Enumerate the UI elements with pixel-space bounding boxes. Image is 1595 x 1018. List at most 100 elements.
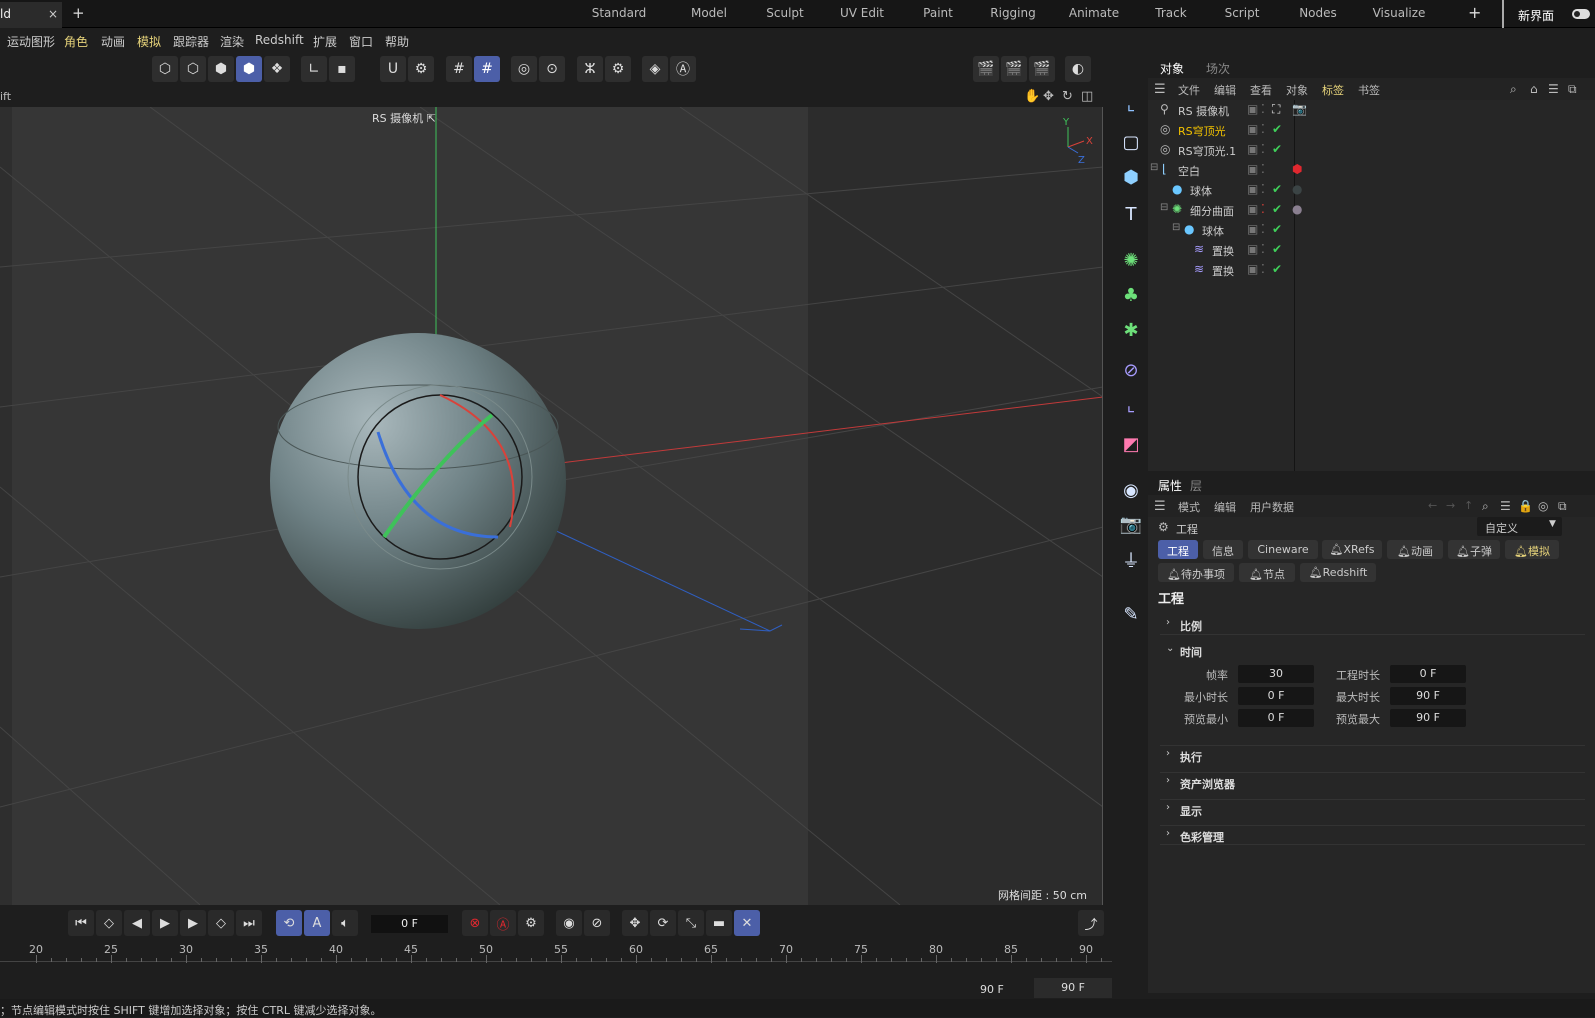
move-tool-icon[interactable]: ⌞: [1116, 89, 1146, 119]
effector-icon[interactable]: ✱: [1116, 315, 1146, 345]
key-position-icon[interactable]: ✥: [622, 910, 648, 936]
chip-info[interactable]: 信息: [1203, 540, 1243, 559]
visibility-dots-icon[interactable]: ⁚: [1261, 182, 1265, 196]
object-row[interactable]: ◎ RS穹顶光 ▣ ⁚ ✔: [1148, 120, 1595, 140]
visibility-dots-icon[interactable]: ⁚: [1261, 242, 1265, 256]
new-ui-toggle[interactable]: [1572, 9, 1590, 19]
group-execute[interactable]: › 执行: [1160, 745, 1585, 765]
key-selection-icon[interactable]: ◉: [556, 910, 582, 936]
render-region-icon[interactable]: 🎬: [973, 56, 999, 82]
keyframe-settings-icon[interactable]: ⚙: [518, 910, 544, 936]
field-icon[interactable]: ◩: [1116, 429, 1146, 459]
layer-icon[interactable]: ▣: [1247, 182, 1258, 196]
group-time[interactable]: ⌄ 时间: [1160, 641, 1585, 661]
object-name[interactable]: 置换: [1212, 243, 1234, 259]
group-color-management[interactable]: › 色彩管理: [1160, 825, 1585, 845]
camera-target-tag-icon[interactable]: ⛶: [1272, 102, 1280, 117]
record-icon[interactable]: ⊗: [462, 910, 488, 936]
collapse-icon[interactable]: ⊟: [1160, 202, 1168, 213]
up-arrow-icon[interactable]: ↑: [1464, 499, 1473, 512]
chip-xrefs[interactable]: 🔔︎XRefs: [1322, 540, 1382, 559]
layer-icon[interactable]: ▣: [1247, 122, 1258, 136]
object-row[interactable]: ● 球体 ▣ ⁚ ✔ ●: [1148, 180, 1595, 200]
current-frame-field[interactable]: 0 F: [371, 915, 448, 933]
layer-icon[interactable]: ▣: [1247, 202, 1258, 216]
am-menu-edit[interactable]: 编辑: [1214, 499, 1236, 515]
menu-window[interactable]: 窗口: [349, 33, 373, 50]
cube-icon[interactable]: ⬢: [1116, 162, 1146, 192]
lock-icon[interactable]: 🔒: [1518, 499, 1533, 513]
texture-mode-icon[interactable]: ▪: [329, 56, 355, 82]
menu-simulate[interactable]: 模拟: [137, 33, 161, 50]
am-menu-user-data[interactable]: 用户数据: [1250, 499, 1294, 515]
edges-mode-icon[interactable]: ⬡: [180, 56, 206, 82]
max-time-field[interactable]: 90 F: [1390, 687, 1466, 705]
enabled-check-icon[interactable]: ✔: [1272, 262, 1282, 276]
bend-icon[interactable]: ⌞: [1116, 390, 1146, 420]
object-row[interactable]: ⊟ ⌊ 空白 ▣ ⁚ ⬢: [1148, 160, 1595, 180]
camera-tool-icon[interactable]: 📷: [1116, 509, 1146, 539]
chip-cineware[interactable]: Cineware: [1248, 540, 1318, 559]
snap-icon[interactable]: U: [380, 56, 406, 82]
render-view-icon[interactable]: ◈: [642, 56, 668, 82]
object-row[interactable]: ⚲ RS 摄像机 ▣ ⁚ ⛶ 📷: [1148, 100, 1595, 120]
object-row[interactable]: ≋ 置换 ▣ ⁚ ✔: [1148, 260, 1595, 280]
chip-todo[interactable]: 🔔︎待办事项: [1158, 563, 1234, 582]
loop-icon[interactable]: ⟲: [276, 910, 302, 936]
layer-icon[interactable]: ▣: [1247, 242, 1258, 256]
om-menu-file[interactable]: 文件: [1178, 82, 1200, 98]
workplane-icon[interactable]: #: [474, 56, 500, 82]
timeline-end-field[interactable]: 90 F: [1034, 978, 1112, 998]
key-pla-icon[interactable]: ✕: [734, 910, 760, 936]
pan-icon[interactable]: ✋: [1024, 89, 1040, 104]
object-name[interactable]: RS穹顶光: [1178, 123, 1226, 139]
tab-objects[interactable]: 对象: [1160, 60, 1184, 77]
group-scale[interactable]: › 比例: [1160, 615, 1585, 635]
chip-nodes[interactable]: 🔔︎节点: [1239, 563, 1295, 582]
sketch-icon[interactable]: ✎: [1116, 599, 1146, 629]
chip-simulate[interactable]: 🔔︎模拟: [1505, 540, 1559, 559]
layer-icon[interactable]: ▣: [1247, 262, 1258, 276]
visibility-dots-icon[interactable]: ⁚: [1261, 222, 1265, 236]
collapse-icon[interactable]: ⊟: [1150, 162, 1158, 173]
menu-tracker[interactable]: 跟踪器: [173, 33, 209, 50]
collapse-icon[interactable]: ⊟: [1172, 222, 1180, 233]
points-mode-icon[interactable]: ⬡: [152, 56, 178, 82]
enabled-check-icon[interactable]: ✔: [1272, 242, 1282, 256]
min-time-field[interactable]: 0 F: [1238, 687, 1314, 705]
light-icon[interactable]: ◉: [1116, 475, 1146, 505]
polygons-mode-icon[interactable]: ⬢: [208, 56, 234, 82]
menu-character[interactable]: 角色: [64, 33, 88, 50]
preview-max-field[interactable]: 90 F: [1390, 709, 1466, 727]
new-window-icon[interactable]: ⧉: [1568, 82, 1577, 97]
enabled-check-icon[interactable]: ✔: [1272, 202, 1282, 216]
forward-arrow-icon[interactable]: →: [1446, 499, 1455, 512]
layout-tab-nodes[interactable]: Nodes: [1278, 0, 1358, 28]
rotate-view-icon[interactable]: ↻: [1062, 89, 1073, 104]
enabled-check-icon[interactable]: ✔: [1272, 182, 1282, 196]
menu-help[interactable]: 帮助: [385, 33, 409, 50]
generator-icon[interactable]: ✺: [1116, 245, 1146, 275]
group-asset-browser[interactable]: › 资产浏览器: [1160, 772, 1585, 792]
project-length-field[interactable]: 0 F: [1390, 665, 1466, 683]
camera-link-icon[interactable]: ⇱: [427, 112, 436, 125]
object-name[interactable]: 球体: [1190, 183, 1212, 199]
menu-redshift[interactable]: Redshift: [255, 33, 304, 47]
axis-mode-icon[interactable]: ∟: [301, 56, 327, 82]
layout-tab-script[interactable]: Script: [1206, 0, 1278, 28]
group-display[interactable]: › 显示: [1160, 799, 1585, 819]
menu-render[interactable]: 渲染: [220, 33, 244, 50]
object-row[interactable]: ◎ RS穹顶光.1 ▣ ⁚ ✔: [1148, 140, 1595, 160]
layout-tab-uv-edit[interactable]: UV Edit: [822, 0, 902, 28]
search-icon[interactable]: ⌕: [1510, 82, 1517, 97]
layer-icon[interactable]: ▣: [1247, 162, 1258, 176]
rs-camera-tag-icon[interactable]: 📷: [1292, 102, 1307, 116]
om-menu-edit[interactable]: 编辑: [1214, 82, 1236, 98]
hamburger-icon[interactable]: ☰: [1154, 82, 1166, 97]
cloner-icon[interactable]: ♣: [1116, 280, 1146, 310]
chip-redshift[interactable]: 🔔︎Redshift: [1300, 563, 1376, 582]
play-icon[interactable]: ▶: [152, 910, 178, 936]
om-menu-object[interactable]: 对象: [1286, 82, 1308, 98]
playback-rate-icon[interactable]: A: [304, 910, 330, 936]
render-to-picture-viewer-icon[interactable]: 🎬: [1001, 56, 1027, 82]
